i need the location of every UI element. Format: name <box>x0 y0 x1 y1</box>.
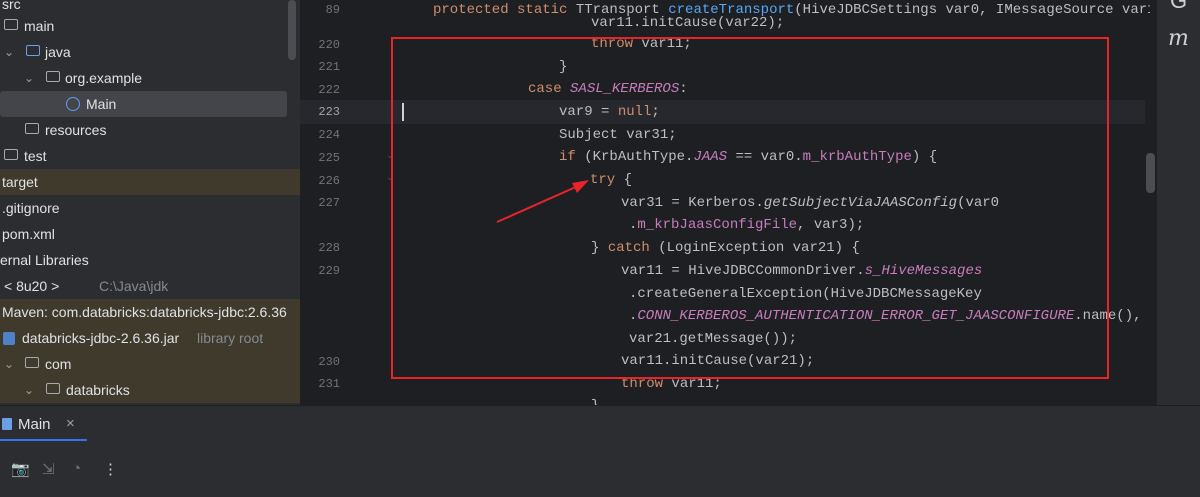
camera-icon[interactable]: 📷 <box>11 460 30 478</box>
active-tab-indicator <box>0 439 87 441</box>
right-tool-strip <box>1157 0 1200 405</box>
maven-icon[interactable]: m <box>1168 26 1189 51</box>
run-tab-label: Main <box>18 416 51 433</box>
gradle-icon[interactable]: G <box>1170 0 1187 14</box>
more-icon[interactable]: ⋮ <box>103 460 118 478</box>
close-icon[interactable]: × <box>66 415 75 432</box>
run-config-icon <box>2 418 12 430</box>
run-tool-window <box>0 405 1200 497</box>
run-tab-main[interactable]: Main × <box>0 408 87 442</box>
gauge-icon[interactable]: ◔ <box>72 460 81 477</box>
editor-scrollbar[interactable] <box>1146 153 1155 193</box>
login-icon[interactable]: ⇲ <box>42 460 55 478</box>
